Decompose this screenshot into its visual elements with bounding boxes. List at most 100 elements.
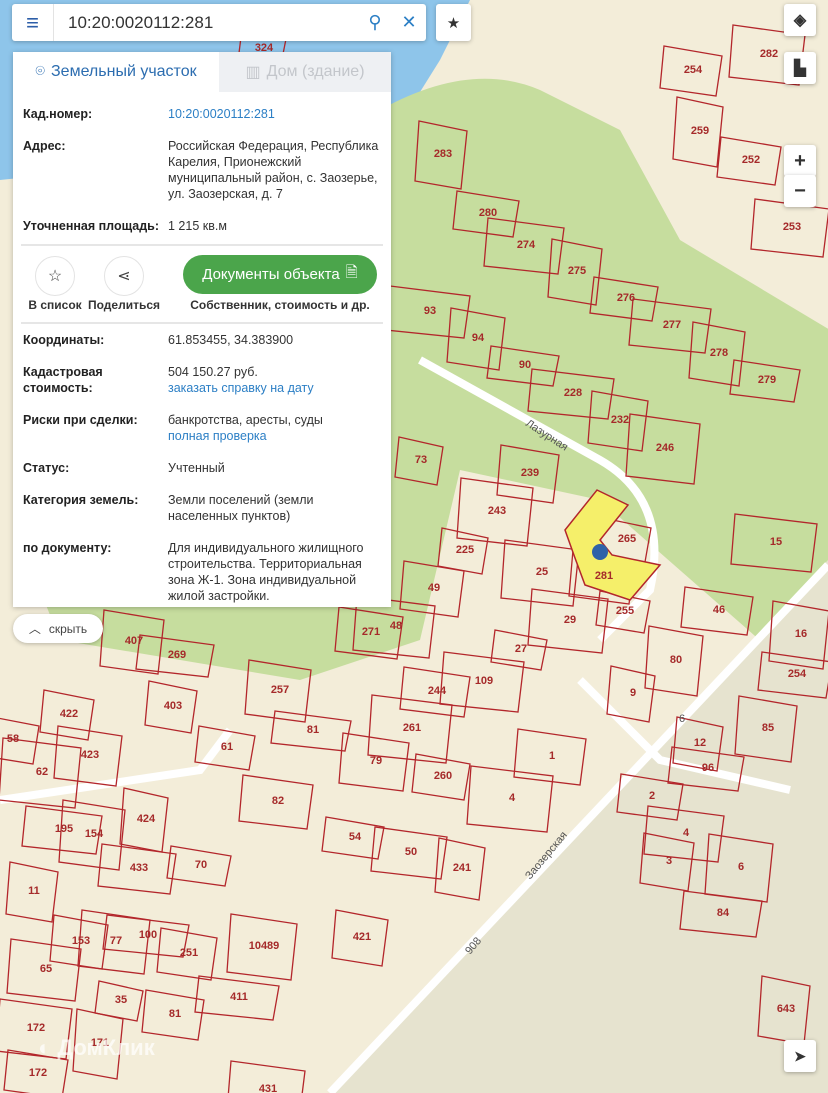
parcel-label: 259 [691,125,709,137]
ruler-button[interactable]: ▙ [784,52,816,84]
parcel-label: 407 [125,635,143,647]
parcel-label: 277 [663,319,681,331]
menu-button[interactable]: ≡ [12,4,54,41]
location-marker [592,544,608,560]
parcel-label: 27 [515,643,527,655]
parcel-label: 77 [110,935,122,947]
clear-icon[interactable]: ✕ [392,12,426,33]
zoom-out-button[interactable]: − [784,175,816,207]
parcel-label: 62 [36,766,48,778]
detail-row: Координаты: 61.853455, 34.383900 [23,333,294,347]
parcel-label: 96 [702,762,714,774]
parcel-label: 279 [758,374,776,386]
parcel-label: 228 [564,387,582,399]
geolocation-button[interactable]: ➤ [784,1040,816,1072]
parcel-label: 11 [28,885,40,897]
star-outline-icon: ☆ [47,268,63,285]
parcel-label: 244 [428,685,447,697]
search-icon[interactable]: ⚲ [358,12,392,33]
layers-button[interactable]: ◈ [784,4,816,36]
parcel-label: 271 [362,626,380,638]
detail-row: Категория земель: Земли поселений (земли … [23,493,314,523]
parcel-label: 15 [770,536,782,548]
layers-icon: ◈ [793,12,807,29]
parcel-label: 257 [271,684,289,696]
parcel-label: 12 [694,737,706,749]
info-row: Адрес: Российская Федерация, Республика К… [23,139,379,201]
parcel-label: 70 [195,859,207,871]
location-pin-icon: ⌾ [35,63,45,80]
parcel-label: 195 [55,823,73,835]
parcel-label: 431 [259,1083,277,1093]
parcel-label: 29 [564,614,576,626]
cadastral-number-link[interactable]: 10:20:0020112:281 [168,106,381,122]
hide-panel-button[interactable]: ︿ скрыть [13,614,103,643]
parcel-label: 10489 [249,940,280,952]
parcel-label: 225 [456,544,474,556]
parcel-label: 251 [180,947,198,959]
parcel-label: 35 [115,994,127,1006]
parcel-label: 61 [221,741,233,753]
parcel-label: 269 [168,649,186,661]
detail-link[interactable]: полная проверка [168,428,381,444]
parcel-label: 252 [742,154,760,166]
search-bar: ≡ 10:20:0020112:281 ⚲ ✕ [12,4,426,41]
parcel-label: 282 [760,48,778,60]
document-icon: 🗎 [345,264,358,281]
share-button[interactable]: ⋖ [104,256,144,296]
parcel-label: 4 [509,792,516,804]
parcel-label: 16 [795,628,807,640]
navigation-arrow-icon: ➤ [794,1047,806,1064]
parcel-label: 424 [137,813,156,825]
parcel-label: 241 [453,862,471,874]
parcel-label: 73 [415,454,427,466]
parcel-label: 81 [307,724,319,736]
parcel-label: 261 [403,722,421,734]
parcel-label: 275 [568,265,586,277]
parcel-label: 94 [472,332,485,344]
parcel-label: 93 [424,305,436,317]
chevron-up-icon: ︿ [28,622,41,636]
parcel-label: 281 [595,570,613,582]
parcel-label: 274 [517,239,536,251]
parcel-label: 254 [684,64,703,76]
parcel-label: 84 [717,907,730,919]
parcel-label: 58 [7,733,19,745]
parcel-label: 80 [670,654,682,666]
info-row: Кад.номер: 10:20:0020112:281 [13,106,391,122]
detail-link[interactable]: заказать справку на дату [168,380,381,396]
parcel-label: 1 [549,750,555,762]
parcel-label: 254 [788,668,807,680]
parcel-label: 25 [536,566,548,578]
parcel-label: 172 [29,1067,47,1079]
parcel-label: 278 [710,347,728,359]
parcel-label: 239 [521,467,539,479]
parcel-label: 81 [169,1008,181,1020]
parcel-label: 280 [479,207,497,219]
detail-row: Риски при сделки: банкротства, аресты, су… [13,412,391,444]
parcel-label: 50 [405,846,417,858]
search-input[interactable]: 10:20:0020112:281 [54,13,358,33]
parcel-label: 411 [230,991,248,1003]
parcel-label: 48 [390,620,402,632]
parcel-label: 49 [428,582,440,594]
detail-row: по документу: Для индивидуального жилищно… [23,541,364,603]
parcel-label: 260 [434,770,452,782]
parcel-label: 172 [27,1022,45,1034]
zoom-in-button[interactable]: + [784,145,816,177]
add-to-list-button[interactable]: ☆ [35,256,75,296]
parcel-label: 46 [713,604,725,616]
favorites-button[interactable]: ★ [436,4,471,41]
tab-house[interactable]: ▥ Дом (здание) [219,52,391,92]
parcel-label: 403 [164,700,182,712]
domclick-watermark: ◐ ДомКлик [38,1035,155,1060]
share-icon: ⋖ [117,268,131,285]
parcel-label: 433 [130,862,148,874]
documents-button[interactable]: Документы объекта 🗎 [183,255,377,294]
parcel-label: 243 [488,505,506,517]
street-label: 6 [679,713,685,725]
tab-land-plot[interactable]: ⌾ Земельный участок [13,52,219,92]
ruler-icon: ▙ [794,60,806,77]
parcel-label: 85 [762,722,774,734]
parcel-label: 82 [272,795,284,807]
